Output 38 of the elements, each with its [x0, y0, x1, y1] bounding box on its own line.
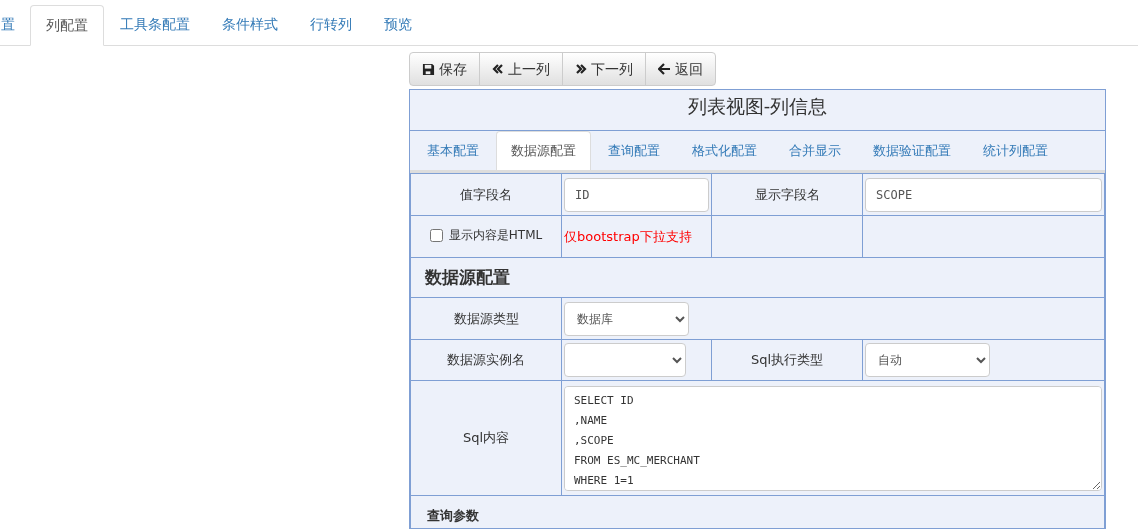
checkbox[interactable]: [429, 228, 443, 242]
dropdown[interactable]: 数据库: [564, 301, 689, 336]
section-tab[interactable]: 格式化配置: [677, 131, 772, 170]
sql-text-area[interactable]: SELECT ID ,NAME ,SCOPE FROM ES_MC_MERCHANT WHERE 1=1: [564, 385, 1102, 491]
toolbar-button[interactable]: 下一列: [562, 52, 646, 86]
section-tab[interactable]: 数据验证配置: [858, 131, 966, 170]
note-text: 仅bootstrap下拉支持: [564, 228, 692, 244]
dropdown[interactable]: 自动: [865, 343, 990, 377]
panel-title: 列表视图-列信息: [687, 94, 828, 120]
text-field[interactable]: ID: [564, 177, 709, 212]
top-tab[interactable]: 预览: [368, 4, 428, 45]
sub-heading: 查询参数: [427, 507, 479, 523]
toolbar-button[interactable]: 上一列: [479, 52, 563, 86]
field-label: Sql内容: [462, 430, 510, 446]
section-tab[interactable]: 数据源配置: [496, 131, 591, 170]
field-label: 数据源类型: [453, 310, 519, 326]
double-right-chevron-icon: [575, 63, 587, 75]
field-label: Sql执行类型: [750, 352, 824, 368]
section-heading: 数据源配置: [425, 266, 510, 287]
left-arrow-icon: [658, 63, 671, 75]
text-field[interactable]: SCOPE: [865, 177, 1102, 212]
checkbox-label: 显示内容是HTML: [448, 227, 543, 244]
field-label: 值字段名: [460, 186, 512, 202]
toolbar-button[interactable]: 返回: [645, 52, 716, 86]
section-tab[interactable]: 基本配置: [412, 131, 494, 170]
field-label: 显示字段名: [754, 186, 820, 202]
section-tab[interactable]: 查询配置: [593, 131, 675, 170]
top-tab[interactable]: 工具条配置: [104, 4, 206, 45]
section-tab[interactable]: 合并显示: [774, 131, 856, 170]
top-tab[interactable]: 行转列: [294, 4, 368, 45]
top-tab[interactable]: 置: [0, 4, 26, 45]
top-tab[interactable]: 列配置: [30, 5, 104, 46]
save-icon: [422, 62, 435, 76]
section-tab[interactable]: 统计列配置: [968, 131, 1063, 170]
top-tab[interactable]: 条件样式: [206, 4, 294, 45]
double-left-chevron-icon: [492, 63, 504, 75]
field-label: 数据源实例名: [447, 352, 525, 368]
toolbar-button[interactable]: 保存: [409, 52, 480, 86]
